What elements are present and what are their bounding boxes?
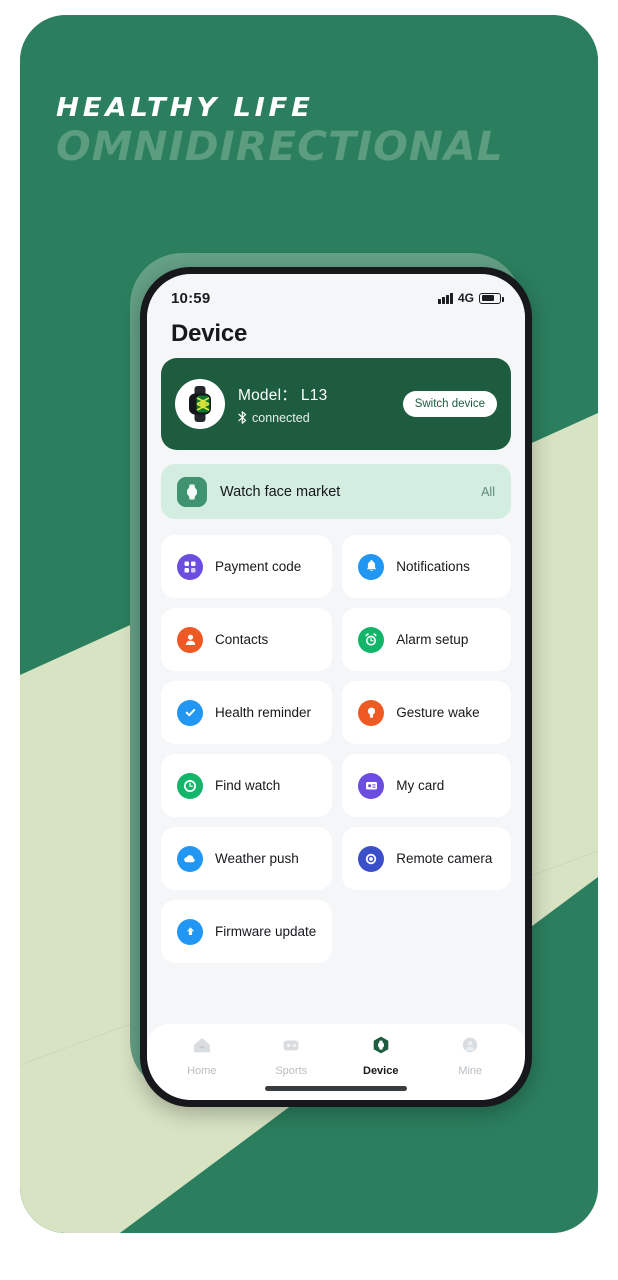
device-model-value: L13 xyxy=(300,386,328,404)
tile-firmware-update[interactable]: Firmware update xyxy=(161,900,333,963)
upload-arrow-icon xyxy=(177,918,203,945)
tile-label: Notifications xyxy=(396,559,470,574)
tab-sports[interactable]: Sports xyxy=(247,1034,337,1077)
tab-label: Device xyxy=(363,1065,399,1077)
battery-icon xyxy=(479,292,504,304)
tile-label: Health reminder xyxy=(215,705,312,720)
person-circle-icon xyxy=(459,1034,481,1061)
cloud-icon xyxy=(177,845,203,872)
tile-label: Find watch xyxy=(215,778,281,793)
tab-label: Home xyxy=(187,1065,217,1077)
device-page-body: Model： L13 connected Switch device Watch… xyxy=(147,358,525,1024)
tile-label: Payment code xyxy=(215,559,302,574)
hexagon-watch-icon xyxy=(370,1034,392,1061)
device-connection-row: connected xyxy=(238,410,390,426)
status-indicators: 4G xyxy=(438,291,504,305)
person-icon xyxy=(177,626,203,653)
connection-status: connected xyxy=(252,411,310,425)
bottom-tab-bar: Home Sports Device Mine xyxy=(147,1024,525,1100)
tile-label: Contacts xyxy=(215,632,269,647)
device-info: Model： L13 connected xyxy=(238,383,390,426)
tile-weather-push[interactable]: Weather push xyxy=(161,827,333,890)
tab-label: Sports xyxy=(275,1065,308,1077)
tile-contacts[interactable]: Contacts xyxy=(161,608,333,671)
tile-label: Firmware update xyxy=(215,924,317,939)
tile-alarm-setup[interactable]: Alarm setup xyxy=(342,608,511,671)
tab-home[interactable]: Home xyxy=(157,1034,247,1077)
phone-screen: 10:59 4G Device Model： L13 connected Swi… xyxy=(147,274,525,1100)
tile-label: Weather push xyxy=(215,851,299,866)
device-model-label: Model： xyxy=(238,386,297,404)
tab-device[interactable]: Device xyxy=(336,1034,426,1077)
status-time: 10:59 xyxy=(171,289,211,307)
watch-face-market-label: Watch face market xyxy=(220,483,341,500)
bluetooth-icon xyxy=(238,410,247,426)
clock-icon xyxy=(177,772,203,799)
alarm-clock-icon xyxy=(358,626,385,653)
check-circle-icon xyxy=(177,699,203,726)
tile-find-watch[interactable]: Find watch xyxy=(161,754,333,817)
tile-label: Gesture wake xyxy=(396,705,480,720)
home-indicator[interactable] xyxy=(265,1086,407,1091)
tile-notifications[interactable]: Notifications xyxy=(342,535,511,598)
feature-grid: Payment code Notifications Contacts Alar… xyxy=(161,535,511,963)
tab-label: Mine xyxy=(458,1065,483,1077)
tile-payment-code[interactable]: Payment code xyxy=(161,535,333,598)
tile-gesture-wake[interactable]: Gesture wake xyxy=(342,681,511,744)
page-title: Device xyxy=(147,314,525,358)
connected-device-card[interactable]: Model： L13 connected Switch device xyxy=(161,358,511,450)
watch-face-market-row[interactable]: Watch face market All xyxy=(161,464,511,519)
bulb-icon xyxy=(358,699,385,726)
bell-icon xyxy=(358,553,385,580)
tile-my-card[interactable]: My card xyxy=(342,754,511,817)
tile-label: Remote camera xyxy=(396,851,493,866)
tab-mine[interactable]: Mine xyxy=(426,1034,516,1077)
tile-remote-camera[interactable]: Remote camera xyxy=(342,827,511,890)
tab-list: Home Sports Device Mine xyxy=(157,1034,515,1077)
id-card-icon xyxy=(358,772,385,799)
watch-face-market-all-link[interactable]: All xyxy=(481,485,495,499)
switch-device-button[interactable]: Switch device xyxy=(402,391,497,417)
gamepad-icon xyxy=(280,1034,302,1061)
signal-bars-icon xyxy=(438,292,453,304)
phone-mockup: 10:59 4G Device Model： L13 connected Swi… xyxy=(140,267,532,1107)
home-icon xyxy=(191,1034,213,1061)
device-model-row: Model： L13 xyxy=(238,383,390,405)
smartwatch-icon xyxy=(175,379,225,429)
promo-card: HEALTHY LIFE OMNIDIRECTIONAL 10:59 4G De… xyxy=(20,15,598,1233)
tile-label: Alarm setup xyxy=(396,632,469,647)
status-bar: 10:59 4G xyxy=(147,274,525,314)
camera-icon xyxy=(358,845,385,872)
network-label: 4G xyxy=(457,291,474,305)
watch-icon xyxy=(177,476,207,507)
qr-grid-icon xyxy=(177,553,203,580)
tile-label: My card xyxy=(396,778,445,793)
tile-health-reminder[interactable]: Health reminder xyxy=(161,681,333,744)
tile-placeholder xyxy=(342,900,511,963)
